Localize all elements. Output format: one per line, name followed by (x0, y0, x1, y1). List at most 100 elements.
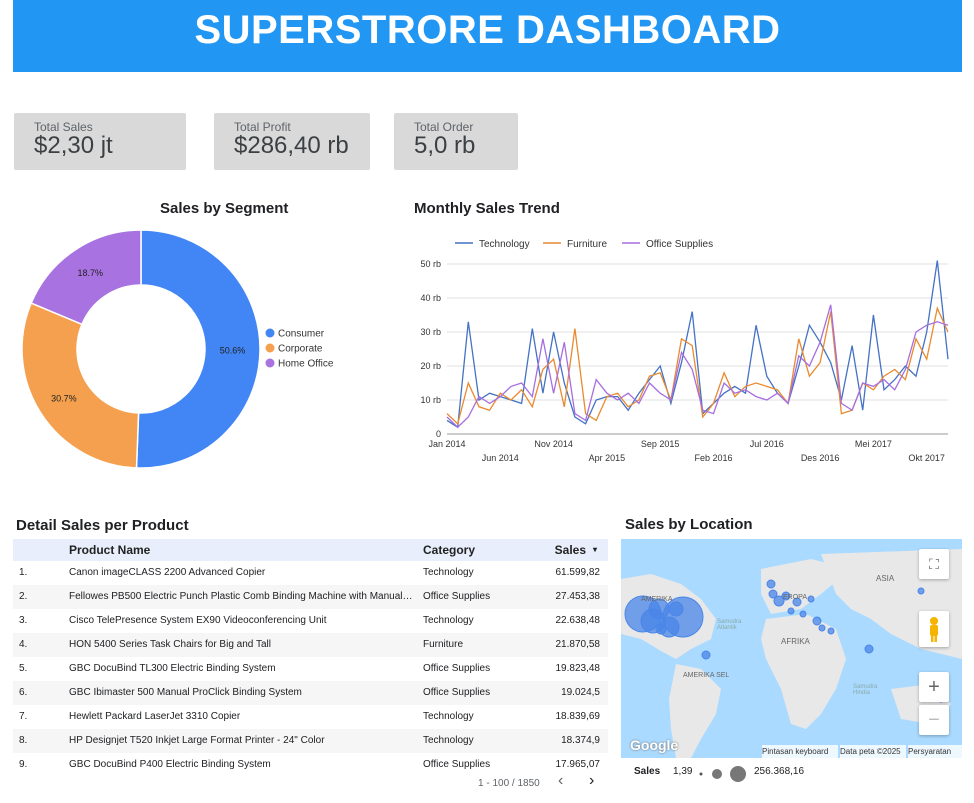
map-legend-label: Sales (634, 766, 661, 777)
location-bubble[interactable] (864, 644, 874, 654)
table-row[interactable]: 6. GBC Ibimaster 500 Manual ProClick Bind… (13, 681, 608, 705)
table-row[interactable]: 8. HP Designjet T520 Inkjet Large Format … (13, 729, 608, 753)
pegman-icon (930, 617, 938, 642)
location-bubble[interactable] (668, 601, 684, 617)
sales-cell: 61.599,82 (555, 567, 601, 578)
next-page-icon[interactable]: › (589, 772, 594, 790)
row-number: 1. (19, 567, 28, 578)
location-bubble[interactable] (818, 624, 826, 632)
map-legend-min: 1,39 (673, 766, 693, 777)
location-bubble[interactable] (807, 595, 815, 603)
location-bubble[interactable] (787, 607, 795, 615)
location-bubble[interactable] (917, 587, 925, 595)
sales-cell: 18.374,9 (561, 735, 600, 746)
row-number: 6. (19, 687, 28, 698)
legend-label: Home Office (278, 359, 334, 370)
google-logo: Google (630, 737, 679, 753)
category-cell: Office Supplies (423, 687, 491, 698)
y-tick-label: 40 rb (420, 293, 441, 303)
table-row[interactable]: 2. Fellowes PB500 Electric Punch Plastic … (13, 585, 608, 609)
sales-cell: 27.453,38 (555, 591, 601, 602)
map-label-amerika-selatan: AMERIKA SEL (683, 672, 730, 679)
legend-dot-max (730, 766, 746, 782)
x-tick-label: Jan 2014 (428, 439, 465, 449)
location-bubble[interactable] (766, 579, 776, 589)
column-header-sales[interactable]: Sales (555, 539, 586, 561)
segment-donut-chart: 50.6% Consumer 30.7% Corporate 18.7% Home Off… (21, 229, 334, 469)
kpi-total-order: Total Order 5,0 rb (394, 113, 518, 170)
zoom-out-button[interactable]: − (919, 705, 949, 735)
table-row[interactable]: 9. GBC DocuBind P400 Electric Binding Sys… (13, 753, 608, 777)
street-view-icon[interactable] (919, 611, 949, 647)
y-tick-label: 20 rb (420, 361, 441, 371)
category-cell: Office Supplies (423, 663, 491, 674)
category-cell: Furniture (423, 639, 464, 650)
donut-slice-label: 30.7% (51, 393, 77, 403)
page-title: SUPERSTRORE DASHBOARD (194, 8, 781, 52)
table-row[interactable]: 5. GBC DocuBind TL300 Electric Binding Sy… (13, 657, 608, 681)
product-name-cell: Hewlett Packard LaserJet 3310 Copier (69, 711, 241, 722)
location-bubble[interactable] (827, 627, 835, 635)
map-legend-max: 256.368,16 (754, 766, 805, 777)
fullscreen-icon[interactable]: ⛶ (919, 549, 949, 579)
legend-label: Furniture (567, 239, 607, 250)
sales-cell: 18.839,69 (555, 711, 601, 722)
table-header: Product Name Category Sales ▾ (13, 539, 608, 561)
table-row[interactable]: 3. Cisco TelePresence System EX90 Videoco… (13, 609, 608, 633)
x-tick-label: Feb 2016 (694, 453, 732, 463)
row-number: 7. (19, 711, 28, 722)
table-row[interactable]: 1. Canon imageCLASS 2200 Advanced Copier T… (13, 561, 608, 585)
x-tick-label: Jun 2014 (482, 453, 519, 463)
segment-chart-title: Sales by Segment (160, 200, 289, 217)
legend-label: Office Supplies (646, 239, 713, 250)
keyboard-shortcuts-link[interactable]: Pintasan keyboard (762, 745, 838, 758)
sales-map[interactable]: ASIA EROPA AFRIKA AMERIKA SEL AMERIKA Sa… (621, 539, 962, 758)
map-data-credit: Data peta ©2025 (840, 745, 906, 758)
table-row[interactable]: 7. Hewlett Packard LaserJet 3310 Copier Te… (13, 705, 608, 729)
y-tick-label: 50 rb (420, 259, 441, 269)
column-header-product-name[interactable]: Product Name (69, 539, 414, 561)
product-table: Product Name Category Sales ▾ 1. Canon im… (13, 539, 608, 777)
legend-label: Corporate (278, 344, 323, 355)
location-bubble[interactable] (812, 616, 822, 626)
kpi-value: 5,0 rb (414, 132, 476, 159)
map-label-hindia: Samudra Hindia (853, 684, 878, 696)
kpi-value: $286,40 rb (234, 132, 349, 159)
legend-dot-min (699, 772, 703, 776)
product-name-cell: GBC Ibimaster 500 Manual ProClick Bindin… (69, 687, 302, 698)
location-bubble[interactable] (799, 610, 807, 618)
donut-slice-label: 18.7% (78, 268, 104, 278)
sales-cell: 19.823,48 (555, 663, 601, 674)
category-cell: Technology (423, 711, 474, 722)
donut-slice-corporate[interactable] (21, 302, 140, 469)
map-label-afrika: AFRIKA (781, 637, 810, 646)
legend-swatch (265, 358, 275, 368)
table-body: 1. Canon imageCLASS 2200 Advanced Copier T… (13, 561, 608, 777)
product-name-cell: GBC DocuBind P400 Electric Binding Syste… (69, 759, 271, 770)
column-header-category[interactable]: Category (423, 539, 475, 561)
prev-page-icon[interactable]: ‹ (558, 772, 563, 790)
row-number: 9. (19, 759, 28, 770)
map-label-asia: ASIA (876, 574, 895, 583)
location-bubble[interactable] (655, 623, 667, 635)
product-name-cell: Canon imageCLASS 2200 Advanced Copier (69, 567, 266, 578)
category-cell: Office Supplies (423, 591, 491, 602)
donut-slice-label: 50.6% (220, 346, 246, 356)
location-bubble[interactable] (701, 650, 711, 660)
series-line-technology[interactable] (446, 260, 949, 429)
map-label-amerika: AMERIKA (641, 596, 673, 603)
map-label-eropa: EROPA (783, 594, 807, 601)
y-tick-label: 30 rb (420, 327, 441, 337)
zoom-in-button[interactable]: + (919, 672, 949, 702)
category-cell: Technology (423, 735, 474, 746)
terms-link[interactable]: Persyaratan (908, 745, 962, 758)
sort-desc-icon[interactable]: ▾ (593, 539, 597, 561)
table-row[interactable]: 4. HON 5400 Series Task Chairs for Big an… (13, 633, 608, 657)
product-name-cell: HP Designjet T520 Inkjet Large Format Pr… (69, 735, 325, 746)
y-tick-label: 10 rb (420, 395, 441, 405)
legend-label: Consumer (278, 329, 325, 340)
product-name-cell: Fellowes PB500 Electric Punch Plastic Co… (69, 591, 414, 602)
header-banner: SUPERSTRORE DASHBOARD (13, 0, 962, 72)
map-title: Sales by Location (625, 516, 753, 533)
table-title: Detail Sales per Product (16, 517, 189, 534)
